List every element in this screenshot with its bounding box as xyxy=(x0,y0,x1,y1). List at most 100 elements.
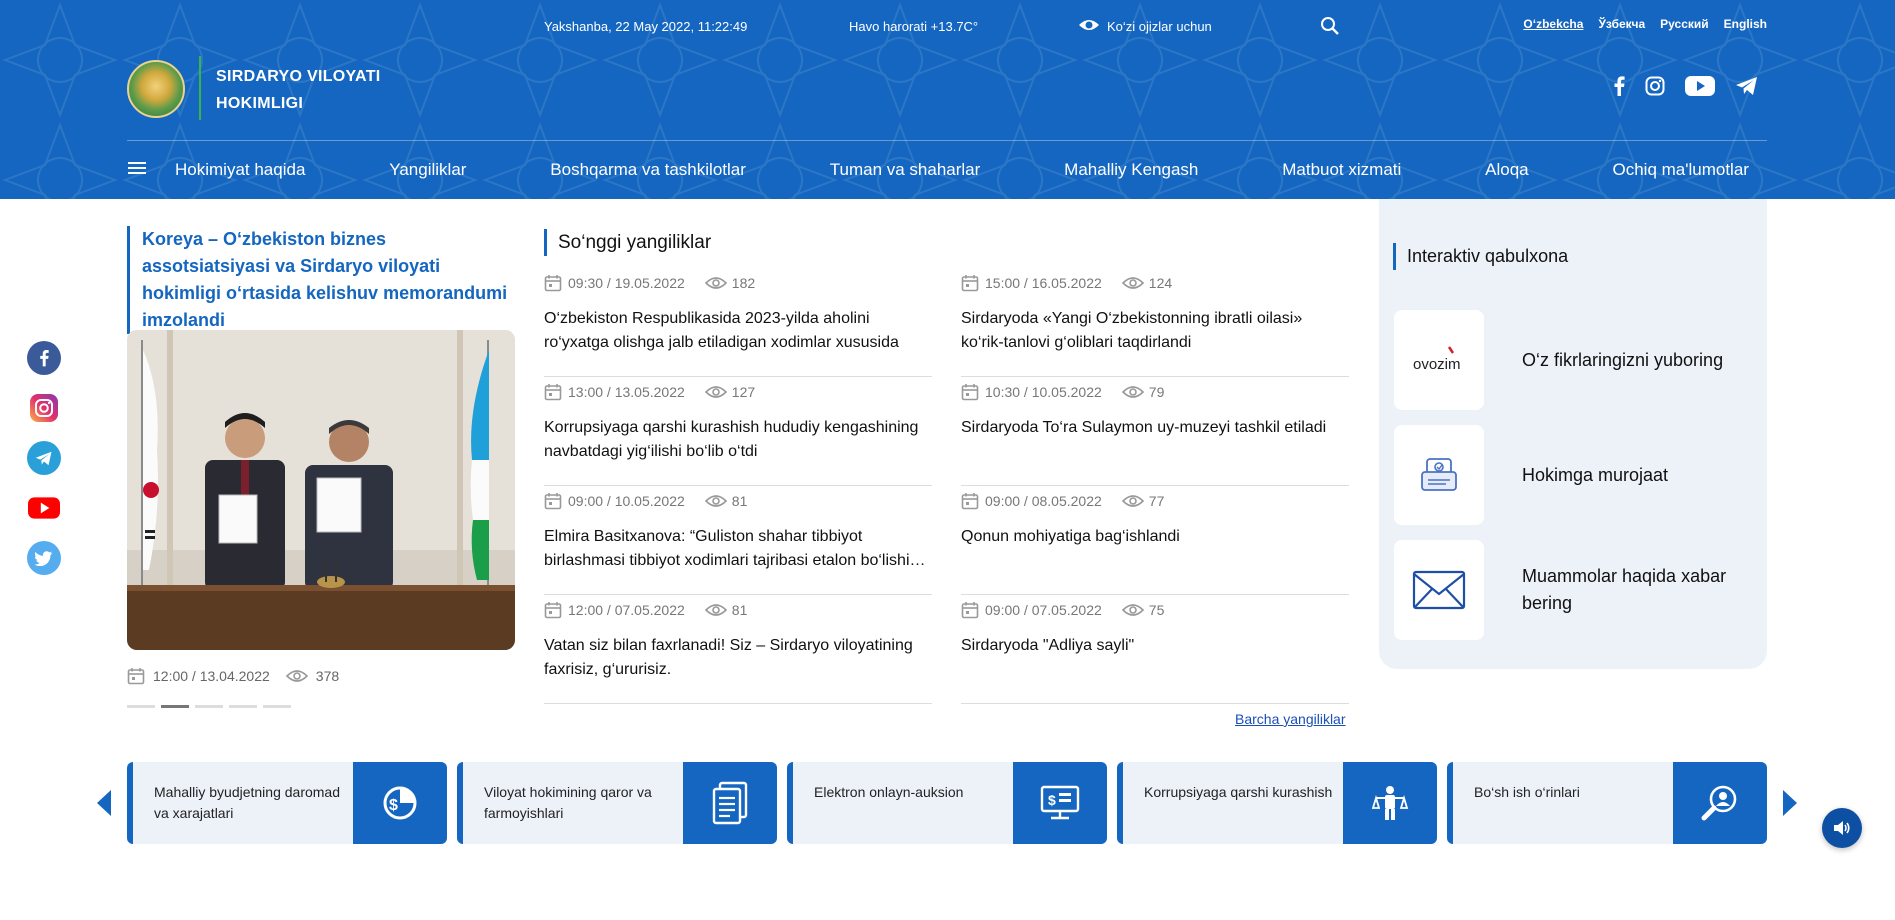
latest-news-heading: So‘nggi yangiliklar xyxy=(544,229,711,256)
facebook-icon[interactable] xyxy=(1613,76,1625,101)
calendar-icon xyxy=(544,602,562,619)
cards-prev-button[interactable] xyxy=(96,789,112,822)
reception-item-feedback[interactable]: ovozim O‘z fikrlaringizni yuboring xyxy=(1394,310,1754,410)
news-title[interactable]: Vatan siz bilan faxrlanadi! Siz – Sirdar… xyxy=(544,634,932,682)
telegram-icon[interactable] xyxy=(27,441,61,475)
service-card-auction[interactable]: Elektron onlayn-auksion $ xyxy=(787,762,1107,844)
carousel-dot[interactable] xyxy=(263,705,291,708)
coat-of-arms-logo[interactable] xyxy=(127,60,185,118)
news-views: 79 xyxy=(1121,384,1164,400)
nav-item-departments[interactable]: Boshqarma va tashkilotlar xyxy=(550,160,746,180)
news-title[interactable]: Sirdaryoda "Adliya sayli" xyxy=(961,634,1349,658)
site-title[interactable]: SIRDARYO VILOYATI HOKIMLIGI xyxy=(216,63,416,117)
carousel-dot[interactable] xyxy=(127,705,155,708)
news-item[interactable]: 09:30 / 19.05.2022 182 O‘zbekiston Respubl… xyxy=(544,268,932,377)
service-card-label: Elektron onlayn-auksion xyxy=(814,784,964,800)
nav-item-press[interactable]: Matbuot xizmati xyxy=(1282,160,1401,180)
calendar-icon xyxy=(961,384,979,401)
instagram-icon[interactable] xyxy=(27,391,61,425)
news-item[interactable]: 15:00 / 16.05.2022 124 Sirdaryoda «Yangi O… xyxy=(961,268,1349,377)
blind-mode-toggle[interactable]: Ko‘zi ojizlar uchun xyxy=(1078,16,1212,34)
nav-item-council[interactable]: Mahalliy Kengash xyxy=(1064,160,1198,180)
lang-en[interactable]: English xyxy=(1724,17,1767,31)
news-title[interactable]: Qonun mohiyatiga bag‘ishlandi xyxy=(961,525,1349,549)
reception-item-label: O‘z fikrlaringizni yuboring xyxy=(1522,349,1724,370)
eye-icon xyxy=(1121,495,1144,507)
lang-ru[interactable]: Русский xyxy=(1660,17,1709,31)
ovozim-logo-text: ovozim xyxy=(1413,356,1461,373)
lang-uz-latin[interactable]: O‘zbekcha xyxy=(1523,17,1583,31)
news-title[interactable]: Sirdaryoda «Yangi O‘zbekistonning ibratl… xyxy=(961,307,1349,355)
news-date: 12:00 / 07.05.2022 xyxy=(568,602,685,618)
news-title[interactable]: Elmira Basitxanova: “Guliston shahar tib… xyxy=(544,525,932,573)
news-views-count: 124 xyxy=(1148,275,1173,291)
news-views-count: 75 xyxy=(1148,602,1165,618)
news-meta: 15:00 / 16.05.2022 124 xyxy=(961,274,1349,292)
news-item[interactable]: 09:00 / 08.05.2022 77 Qonun mohiyatiga bag… xyxy=(961,486,1349,595)
calendar-icon xyxy=(961,275,979,292)
news-date: 13:00 / 13.05.2022 xyxy=(568,384,685,400)
carousel-dot[interactable] xyxy=(229,705,257,708)
telegram-icon[interactable] xyxy=(1735,76,1759,101)
eye-icon xyxy=(1121,386,1144,398)
featured-news-title[interactable]: Koreya – O‘zbekiston biznes assotsiatsiy… xyxy=(127,226,515,334)
news-title[interactable]: O‘zbekiston Respublikasida 2023-yilda ah… xyxy=(544,307,932,355)
news-date: 10:30 / 10.05.2022 xyxy=(985,384,1102,400)
nav-item-open-data[interactable]: Ochiq ma'lumotlar xyxy=(1612,160,1748,180)
news-item[interactable]: 12:00 / 07.05.2022 81 Vatan siz bilan faxr… xyxy=(544,595,932,704)
news-item[interactable]: 09:00 / 10.05.2022 81 Elmira Basitxanova: … xyxy=(544,486,932,595)
carousel-dot[interactable] xyxy=(195,705,223,708)
search-button[interactable] xyxy=(1320,16,1340,39)
nav-item-about[interactable]: Hokimiyat haqida xyxy=(175,160,305,180)
youtube-icon[interactable] xyxy=(27,491,61,525)
all-news-link[interactable]: Barcha yangiliklar xyxy=(1235,711,1346,727)
calendar-icon xyxy=(127,668,145,685)
reception-item-report-problem[interactable]: Muammolar haqida xabar bering xyxy=(1394,540,1754,640)
interactive-reception-panel: Interaktiv qabulxona ovozim O‘z fikrlari… xyxy=(1379,199,1767,669)
news-item[interactable]: 09:00 / 07.05.2022 75 Sirdaryoda "Adliya s… xyxy=(961,595,1349,704)
current-date: Yakshanba, 22 May 2022, 11:22:49 xyxy=(544,19,748,34)
instagram-icon[interactable] xyxy=(1645,76,1665,101)
lang-uz-cyrillic[interactable]: Ўзбекча xyxy=(1598,17,1645,31)
news-date: 09:00 / 07.05.2022 xyxy=(985,602,1102,618)
site-title-line2: HOKIMLIGI xyxy=(216,95,304,112)
featured-news-image[interactable] xyxy=(127,330,515,650)
news-views: 81 xyxy=(704,602,747,618)
news-date: 09:00 / 08.05.2022 xyxy=(985,493,1102,509)
main-nav: Hokimiyat haqida Yangiliklar Boshqarma v… xyxy=(127,150,1767,190)
nav-divider xyxy=(127,140,1767,141)
service-card-anticorruption[interactable]: Korrupsiyaga qarshi kurashish xyxy=(1117,762,1437,844)
service-card-decrees[interactable]: Viloyat hokimining qaror va farmoyishlar… xyxy=(457,762,777,844)
language-switcher: O‘zbekcha Ўзбекча Русский English xyxy=(1523,17,1767,31)
hamburger-icon xyxy=(128,161,146,174)
youtube-icon[interactable] xyxy=(1685,76,1715,101)
reception-item-appeal[interactable]: Hokimga murojaat xyxy=(1394,425,1754,525)
news-title[interactable]: Sirdaryoda To‘ra Sulaymon uy-muzeyi tash… xyxy=(961,416,1349,440)
calendar-icon xyxy=(544,275,562,292)
nav-item-contact[interactable]: Aloqa xyxy=(1485,160,1528,180)
service-card-budget[interactable]: Mahalliy byudjetning daromad va xarajatl… xyxy=(127,762,447,844)
nav-item-districts[interactable]: Tuman va shaharlar xyxy=(830,160,981,180)
budget-icon: $ xyxy=(353,762,447,844)
reception-heading: Interaktiv qabulxona xyxy=(1393,243,1568,270)
latest-news-list: 09:30 / 19.05.2022 182 O‘zbekiston Respubl… xyxy=(544,268,1349,704)
menu-button[interactable] xyxy=(127,160,157,181)
site-title-line1: SIRDARYO VILOYATI xyxy=(216,68,381,85)
cards-next-button[interactable] xyxy=(1782,789,1798,822)
news-item[interactable]: 10:30 / 10.05.2022 79 Sirdaryoda To‘ra Sul… xyxy=(961,377,1349,486)
news-item[interactable]: 13:00 / 13.05.2022 127 Korrupsiyaga qarshi… xyxy=(544,377,932,486)
featured-photo xyxy=(127,330,515,650)
screen-reader-button[interactable] xyxy=(1822,808,1862,848)
news-title[interactable]: Korrupsiyaga qarshi kurashish hududiy ke… xyxy=(544,416,932,464)
facebook-icon[interactable] xyxy=(27,341,61,375)
ovozim-logo: ovozim xyxy=(1394,310,1484,410)
logo-divider xyxy=(199,56,201,120)
nav-item-news[interactable]: Yangiliklar xyxy=(389,160,466,180)
eye-icon xyxy=(1121,604,1144,616)
carousel-dots xyxy=(127,705,291,708)
carousel-dot-active[interactable] xyxy=(161,705,189,708)
twitter-icon[interactable] xyxy=(27,541,61,575)
svg-text:$: $ xyxy=(389,797,398,814)
eye-icon xyxy=(285,670,308,682)
service-card-vacancies[interactable]: Bo‘sh ish o‘rinlari xyxy=(1447,762,1767,844)
